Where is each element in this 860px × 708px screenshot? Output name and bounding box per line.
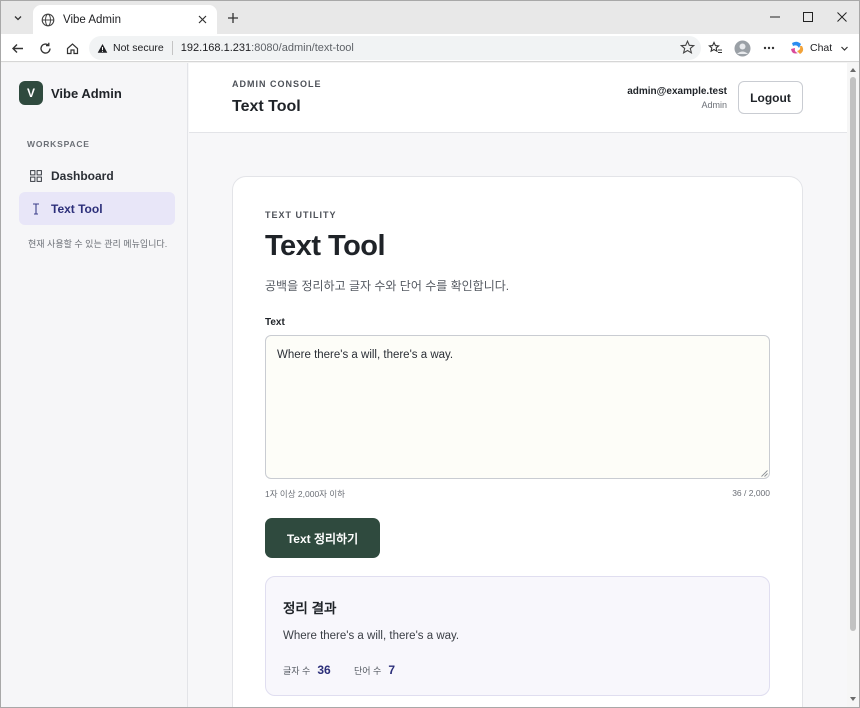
- profile-button[interactable]: [731, 37, 753, 59]
- user-info: admin@example.test Admin: [627, 86, 727, 110]
- sidebar-note: 현재 사용할 수 있는 관리 메뉴입니다.: [28, 239, 168, 249]
- word-count-value: 7: [388, 663, 396, 677]
- browser-tab[interactable]: Vibe Admin: [33, 5, 217, 34]
- chevron-down-icon: [841, 46, 849, 51]
- scrollbar-thumb[interactable]: [850, 77, 856, 631]
- char-count-value: 36: [317, 663, 331, 677]
- avatar-icon: [734, 40, 750, 56]
- text-cursor-icon: [29, 202, 42, 215]
- home-button[interactable]: [61, 37, 83, 59]
- more-menu-button[interactable]: [758, 37, 780, 59]
- scroll-up-icon[interactable]: [849, 66, 857, 74]
- plus-icon: [228, 13, 238, 23]
- minimize-icon: [770, 16, 780, 18]
- char-count-stat: 글자 수 36: [283, 663, 331, 677]
- tab-list-button[interactable]: [7, 7, 29, 29]
- sidebar-item-dashboard[interactable]: Dashboard: [19, 159, 175, 192]
- sidebar-item-label: Text Tool: [51, 201, 103, 216]
- globe-icon: [41, 13, 55, 26]
- submit-button[interactable]: Text 정리하기: [265, 518, 380, 558]
- card-description: 공백을 정리하고 글자 수와 단어 수를 확인합니다.: [265, 279, 510, 293]
- copilot-chat-button[interactable]: Chat: [785, 37, 857, 59]
- header-eyebrow: ADMIN CONSOLE: [232, 79, 322, 89]
- back-button[interactable]: [6, 37, 28, 59]
- chevron-down-icon: [14, 16, 22, 21]
- maximize-button[interactable]: [797, 7, 819, 27]
- result-title: 정리 결과: [283, 601, 337, 616]
- text-field-label: Text: [265, 317, 285, 328]
- home-icon: [66, 42, 78, 54]
- section-label: WORKSPACE: [27, 139, 90, 149]
- tab-close-icon[interactable]: [195, 13, 209, 27]
- result-text: Where there's a will, there's a way.: [283, 630, 460, 642]
- url-host: 192.168.1.231: [180, 42, 252, 54]
- maximize-icon: [803, 12, 813, 22]
- divider: [171, 41, 173, 55]
- word-count-label: 단어 수: [354, 666, 382, 676]
- sidebar: V Vibe Admin WORKSPACE Dashboard Text To…: [1, 63, 188, 707]
- address-bar[interactable]: Not secure 192.168.1.231 :8080/admin/tex…: [89, 36, 701, 60]
- char-counter: 36 / 2,000: [732, 488, 770, 498]
- arrow-left-icon: [11, 43, 23, 53]
- user-role: Admin: [701, 100, 727, 110]
- grid-icon: [29, 169, 42, 182]
- warning-icon: [97, 43, 108, 53]
- reload-icon: [39, 42, 51, 54]
- sidebar-item-text-tool[interactable]: Text Tool: [19, 192, 175, 225]
- text-tool-card: TEXT UTILITY Text Tool 공백을 정리하고 글자 수와 단어…: [232, 176, 803, 707]
- reload-button[interactable]: [34, 37, 56, 59]
- chat-label: Chat: [810, 42, 833, 54]
- tab-title: Vibe Admin: [63, 13, 121, 26]
- new-tab-button[interactable]: [223, 8, 243, 28]
- more-horizontal-icon: [763, 46, 775, 50]
- close-window-button[interactable]: [831, 7, 853, 27]
- input-hint: 1자 이상 2,000자 이하: [265, 489, 346, 499]
- char-count-label: 글자 수: [283, 666, 311, 676]
- browser-window: Vibe Admin Not secure 192.168.1.231:808…: [0, 0, 860, 708]
- logout-button[interactable]: Logout: [738, 81, 803, 114]
- brand-name: Vibe Admin: [51, 85, 122, 101]
- favorites-list-icon: [707, 41, 722, 54]
- word-count-stat: 단어 수 7: [354, 663, 395, 677]
- resize-grip-icon[interactable]: [761, 470, 768, 477]
- bookmark-star-icon[interactable]: [680, 40, 695, 55]
- sidebar-item-label: Dashboard: [51, 168, 114, 183]
- text-input[interactable]: Where there's a will, there's a way.: [265, 335, 770, 479]
- card-title: Text Tool: [265, 230, 386, 262]
- page-scrollbar[interactable]: [847, 63, 859, 707]
- minimize-button[interactable]: [764, 7, 786, 27]
- copilot-icon: [791, 41, 804, 54]
- result-panel: 정리 결과 Where there's a will, there's a wa…: [265, 576, 770, 696]
- url-path: :8080/admin/text-tool: [251, 42, 354, 54]
- page-title: Text Tool: [232, 98, 301, 115]
- page-viewport: V Vibe Admin WORKSPACE Dashboard Text To…: [1, 63, 847, 707]
- card-eyebrow: TEXT UTILITY: [265, 210, 337, 220]
- tab-strip: Vibe Admin: [1, 1, 859, 34]
- page-header: ADMIN CONSOLE Text Tool admin@example.te…: [189, 63, 847, 133]
- user-email: admin@example.test: [627, 86, 727, 97]
- security-label: Not secure: [113, 42, 164, 54]
- browser-toolbar: Not secure 192.168.1.231 :8080/admin/tex…: [1, 34, 859, 62]
- scroll-down-icon[interactable]: [849, 695, 857, 703]
- brand[interactable]: V Vibe Admin: [19, 81, 122, 105]
- brand-logo: V: [19, 81, 43, 105]
- favorites-button[interactable]: [704, 37, 726, 59]
- close-icon: [837, 12, 847, 22]
